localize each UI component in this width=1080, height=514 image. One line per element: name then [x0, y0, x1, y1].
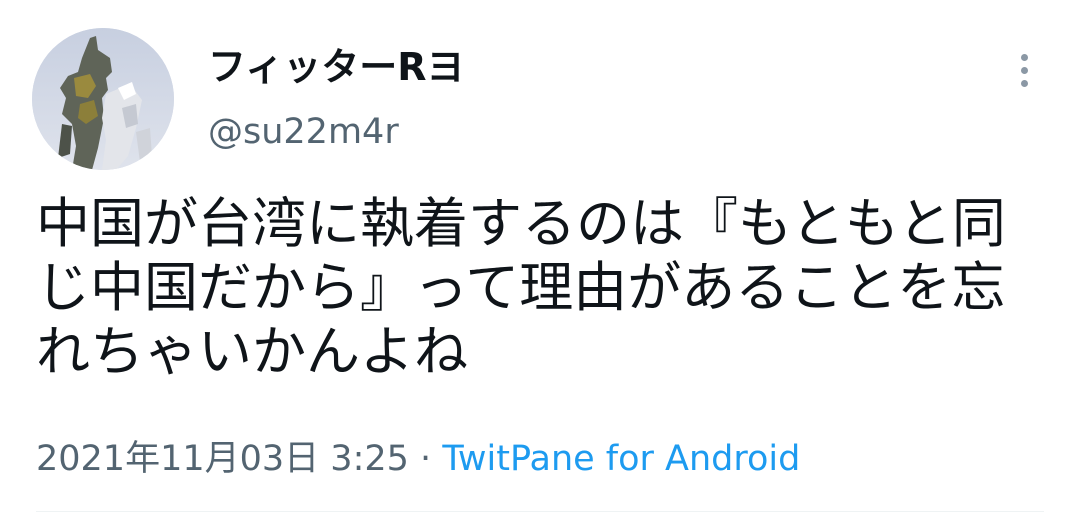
tweet-detail: フィッターRヨ @su22m4r 中国が台湾に執着するのは『もともと同じ中国だか… — [0, 0, 1080, 514]
tweet-date[interactable]: 2021年11月03日 — [36, 439, 319, 479]
more-vertical-icon-dot — [1020, 66, 1028, 74]
tweet-client-link[interactable]: TwitPane for Android — [442, 439, 800, 479]
author-display-name[interactable]: フィッターRヨ — [208, 42, 465, 92]
more-vertical-icon-dot — [1020, 79, 1028, 87]
avatar[interactable] — [32, 28, 174, 170]
tweet-text: 中国が台湾に執着するのは『もともと同じ中国だから』って理由があることを忘れちゃい… — [36, 192, 1006, 383]
tweet-time[interactable]: 3:25 — [330, 439, 409, 479]
avatar-image — [32, 28, 174, 170]
tweet-metadata: 2021年11月03日 3:25 · TwitPane for Android — [36, 436, 800, 482]
more-vertical-icon — [1020, 53, 1028, 61]
author-handle[interactable]: @su22m4r — [208, 109, 399, 155]
more-options-button[interactable] — [1004, 46, 1044, 94]
divider — [36, 511, 1044, 512]
meta-separator: · — [420, 439, 432, 479]
